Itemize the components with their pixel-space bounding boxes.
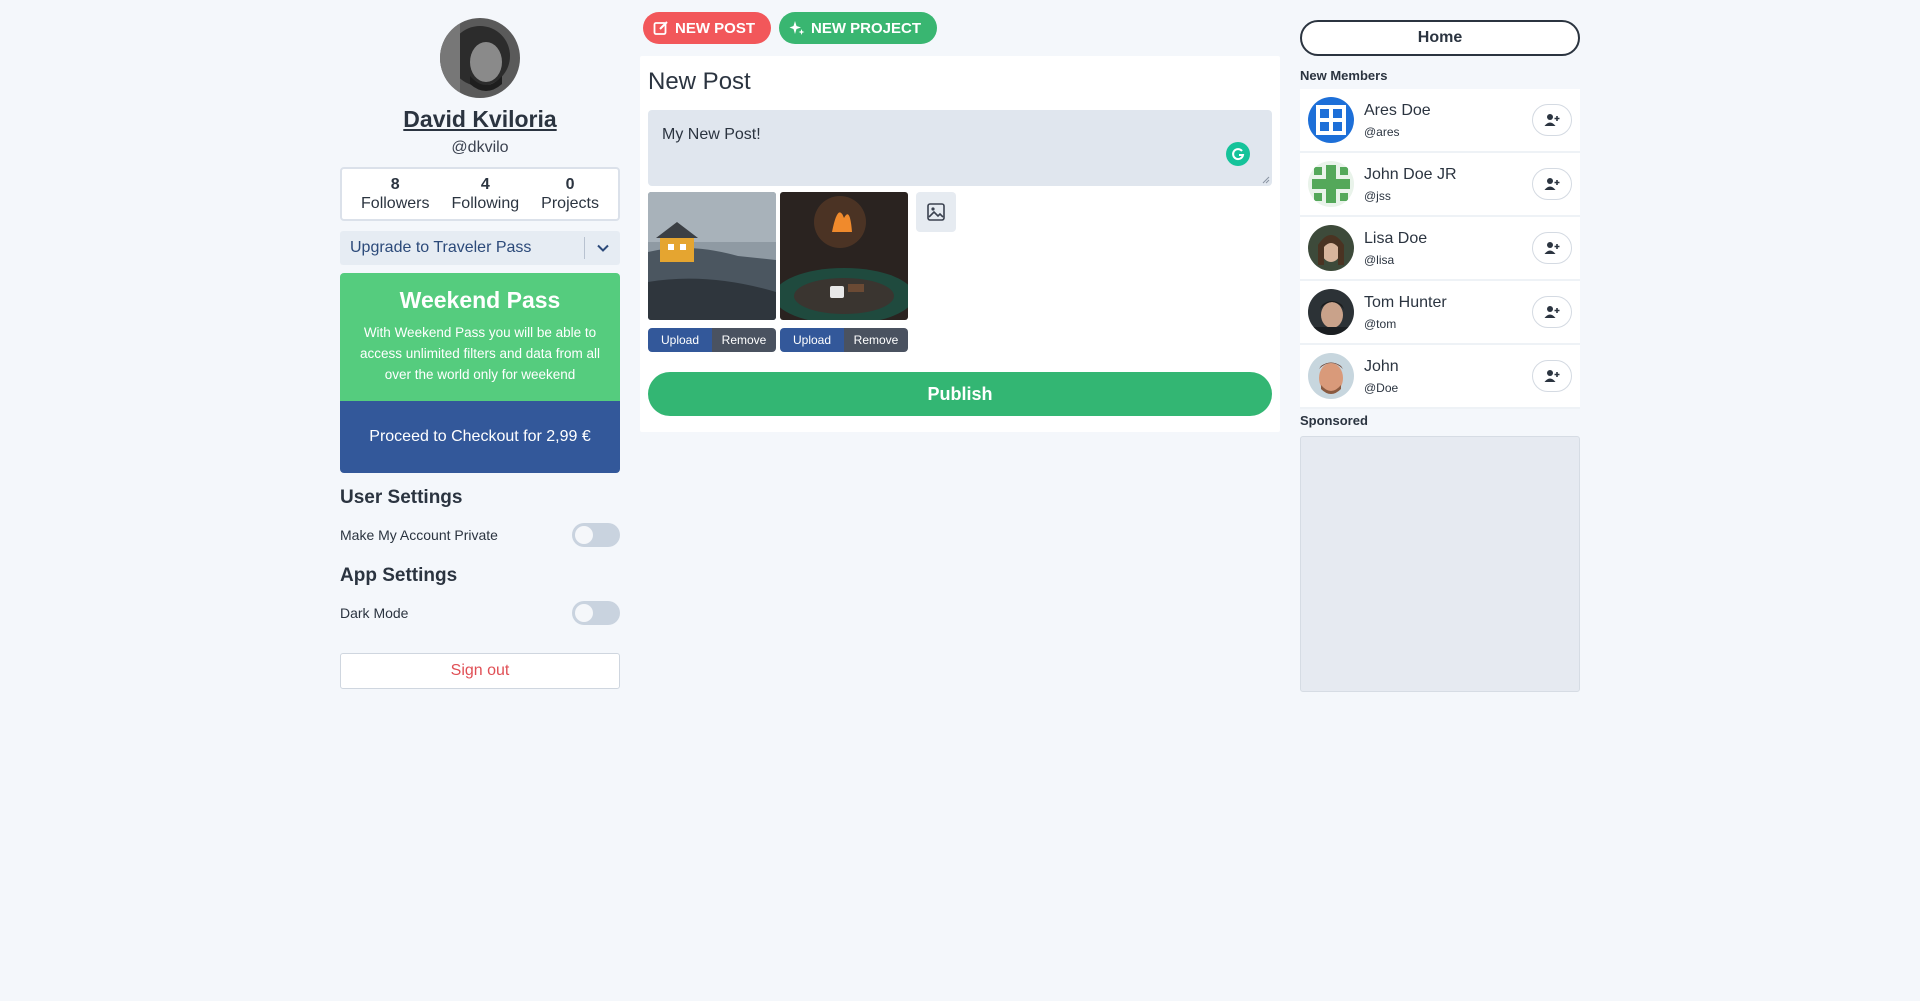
stat-followers[interactable]: 8 Followers bbox=[361, 175, 429, 213]
profile-panel: David Kviloria @dkvilo 8 Followers 4 Fol… bbox=[340, 18, 620, 689]
new-project-button[interactable]: NEW PROJECT bbox=[779, 12, 938, 44]
add-friend-button[interactable] bbox=[1532, 104, 1572, 136]
profile-handle: @dkvilo bbox=[451, 139, 509, 156]
attachment-image-campfire bbox=[780, 192, 908, 320]
add-friend-button[interactable] bbox=[1532, 296, 1572, 328]
member-name: Lisa Doe bbox=[1364, 229, 1428, 247]
user-plus-icon bbox=[1544, 306, 1560, 318]
upload-button[interactable]: Upload bbox=[780, 328, 844, 352]
avatar bbox=[1308, 225, 1354, 271]
user-plus-icon bbox=[1544, 242, 1560, 254]
dark-mode-toggle[interactable] bbox=[572, 601, 620, 625]
setting-label: Make My Account Private bbox=[340, 527, 498, 543]
member-item[interactable]: Tom Hunter @tom bbox=[1300, 281, 1580, 345]
pass-title: Weekend Pass bbox=[399, 287, 561, 313]
edit-icon bbox=[653, 21, 668, 35]
card-title: New Post bbox=[648, 68, 751, 95]
new-project-label: NEW PROJECT bbox=[811, 19, 922, 37]
private-account-setting: Make My Account Private bbox=[340, 523, 620, 547]
stat-value: 8 bbox=[390, 176, 400, 193]
avatar bbox=[1308, 97, 1354, 143]
post-text-value: My New Post! bbox=[662, 126, 761, 143]
member-name: John Doe JR bbox=[1364, 165, 1457, 183]
user-plus-icon bbox=[1544, 114, 1560, 126]
grammarly-icon[interactable] bbox=[1226, 142, 1250, 166]
home-button[interactable]: Home bbox=[1300, 20, 1580, 56]
publish-button[interactable]: Publish bbox=[648, 372, 1272, 416]
stat-label: Followers bbox=[361, 195, 430, 212]
post-text-input[interactable]: My New Post! bbox=[648, 110, 1272, 186]
upgrade-select[interactable]: Upgrade to Traveler Pass bbox=[340, 231, 620, 265]
member-item[interactable]: Ares Doe @ares bbox=[1300, 89, 1580, 153]
avatar bbox=[1308, 353, 1354, 399]
attachment-actions: Upload Remove bbox=[648, 328, 776, 352]
member-item[interactable]: John @Doe bbox=[1300, 345, 1580, 409]
toggle-knob bbox=[575, 604, 593, 622]
image-icon bbox=[927, 203, 945, 221]
member-item[interactable]: Lisa Doe @lisa bbox=[1300, 217, 1580, 281]
member-name: Tom Hunter bbox=[1364, 293, 1447, 311]
user-plus-icon bbox=[1544, 178, 1560, 190]
stat-value: 4 bbox=[480, 176, 490, 193]
new-post-button[interactable]: NEW POST bbox=[643, 12, 772, 44]
avatar bbox=[1308, 289, 1354, 335]
stat-following[interactable]: 4 Following bbox=[452, 175, 520, 213]
stat-projects[interactable]: 0 Projects bbox=[541, 175, 599, 213]
checkout-button[interactable]: Proceed to Checkout for 2,99 € bbox=[340, 401, 620, 473]
sponsored-ad-slot[interactable] bbox=[1300, 436, 1580, 692]
image-attachments: Upload Remove Upload Remove bbox=[648, 192, 1272, 352]
resize-handle-icon bbox=[1262, 176, 1270, 184]
add-friend-button[interactable] bbox=[1532, 360, 1572, 392]
member-handle: @Doe bbox=[1364, 380, 1399, 395]
member-item[interactable]: John Doe JR @jss bbox=[1300, 153, 1580, 217]
user-settings-title: User Settings bbox=[340, 487, 463, 508]
new-members-title: New Members bbox=[1300, 68, 1388, 83]
member-handle: @ares bbox=[1364, 124, 1400, 139]
app-settings-title: App Settings bbox=[340, 565, 458, 586]
avatar bbox=[1308, 161, 1354, 207]
chevron-down-icon[interactable] bbox=[584, 237, 620, 259]
private-account-toggle[interactable] bbox=[572, 523, 620, 547]
stat-label: Projects bbox=[541, 195, 599, 212]
add-friend-button[interactable] bbox=[1532, 232, 1572, 264]
weekend-pass-card: Weekend Pass With Weekend Pass you will … bbox=[340, 273, 620, 401]
new-members-list: Ares Doe @ares John Doe JR @jss Lisa Doe… bbox=[1300, 89, 1580, 409]
pass-description: With Weekend Pass you will be able to ac… bbox=[359, 325, 601, 382]
dark-mode-setting: Dark Mode bbox=[340, 601, 620, 625]
member-handle: @lisa bbox=[1364, 252, 1395, 267]
stat-value: 0 bbox=[565, 176, 575, 193]
attachment-actions: Upload Remove bbox=[780, 328, 908, 352]
member-handle: @jss bbox=[1364, 188, 1391, 203]
remove-button[interactable]: Remove bbox=[844, 328, 908, 352]
add-friend-button[interactable] bbox=[1532, 168, 1572, 200]
setting-label: Dark Mode bbox=[340, 605, 409, 621]
sign-out-button[interactable]: Sign out bbox=[340, 653, 620, 689]
profile-stats: 8 Followers 4 Following 0 Projects bbox=[340, 167, 620, 221]
add-image-button[interactable] bbox=[916, 192, 956, 232]
new-post-card: New Post My New Post! Upload Remove Uplo… bbox=[640, 56, 1280, 432]
top-actions: NEW POST NEW PROJECT bbox=[643, 12, 938, 44]
member-name: John bbox=[1364, 357, 1399, 375]
user-plus-icon bbox=[1544, 370, 1560, 382]
attachment-1: Upload Remove bbox=[648, 192, 776, 352]
attachment-image-house bbox=[648, 192, 776, 320]
profile-avatar[interactable] bbox=[440, 18, 520, 98]
upgrade-select-value: Upgrade to Traveler Pass bbox=[350, 239, 532, 256]
toggle-knob bbox=[575, 526, 593, 544]
right-sidebar: Home New Members Ares Doe @ares John Doe… bbox=[1300, 20, 1580, 692]
sponsored-title: Sponsored bbox=[1300, 413, 1368, 428]
sparkles-icon bbox=[789, 21, 805, 35]
remove-button[interactable]: Remove bbox=[712, 328, 776, 352]
upload-button[interactable]: Upload bbox=[648, 328, 712, 352]
member-handle: @tom bbox=[1364, 316, 1397, 331]
stat-label: Following bbox=[451, 195, 520, 212]
profile-name[interactable]: David Kviloria bbox=[340, 106, 620, 133]
attachment-2: Upload Remove bbox=[780, 192, 908, 352]
member-name: Ares Doe bbox=[1364, 101, 1431, 119]
new-post-label: NEW POST bbox=[675, 19, 756, 37]
